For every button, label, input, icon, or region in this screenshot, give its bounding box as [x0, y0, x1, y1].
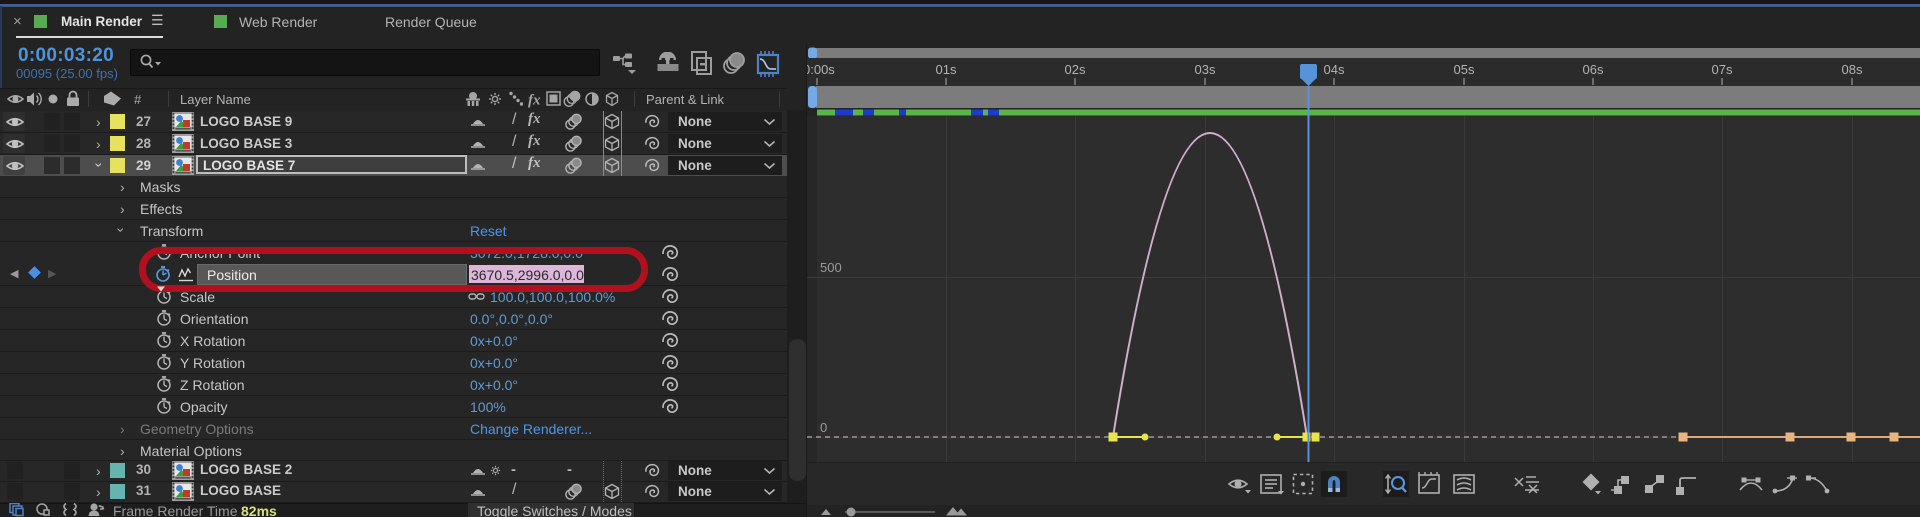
- svg-text:0:00s: 0:00s: [807, 62, 835, 77]
- svg-text:0: 0: [820, 420, 827, 435]
- svg-text:04s: 04s: [1324, 62, 1345, 77]
- svg-text:01s: 01s: [936, 62, 957, 77]
- svg-text:07s: 07s: [1712, 62, 1733, 77]
- svg-text:#: #: [134, 92, 142, 107]
- svg-text:fx: fx: [528, 93, 541, 109]
- svg-text:03s: 03s: [1195, 62, 1216, 77]
- svg-text:06s: 06s: [1583, 62, 1604, 77]
- svg-text:500: 500: [820, 260, 842, 275]
- svg-text:Parent & Link: Parent & Link: [646, 92, 725, 107]
- svg-text:05s: 05s: [1454, 62, 1475, 77]
- svg-text:02s: 02s: [1065, 62, 1086, 77]
- svg-text:Layer Name: Layer Name: [180, 92, 251, 107]
- svg-text:08s: 08s: [1842, 62, 1863, 77]
